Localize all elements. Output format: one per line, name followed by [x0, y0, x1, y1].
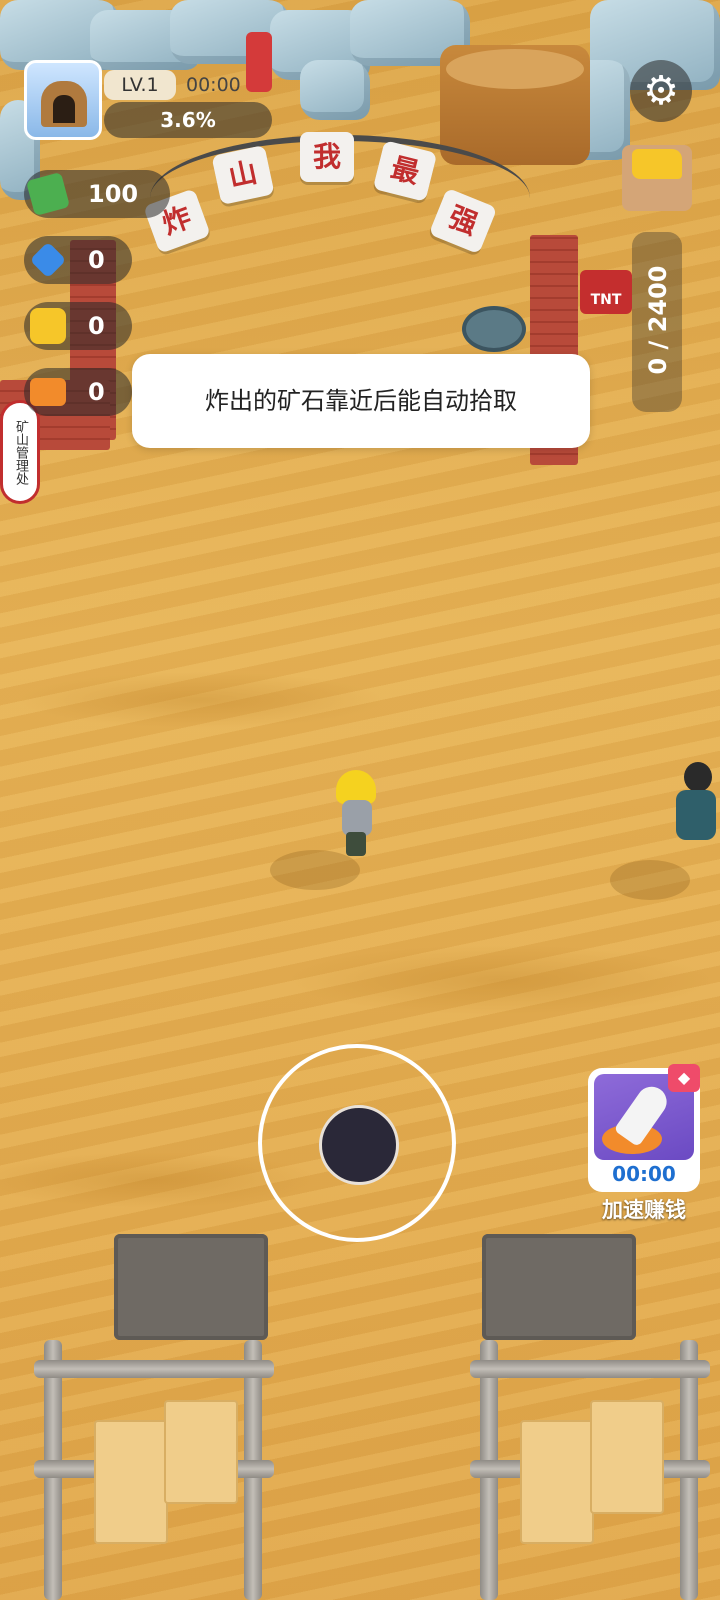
- ticket-icon: [30, 378, 66, 406]
- storage-capacity: 0 / 2400: [632, 232, 682, 412]
- boost-button[interactable]: ◆ 00:00: [588, 1064, 700, 1192]
- cash-icon: [25, 171, 71, 217]
- gold-storage-icon: [622, 145, 692, 211]
- resource-gold: 0: [24, 302, 132, 350]
- tip-bubble: 炸出的矿石靠近后能自动拾取: [132, 354, 590, 448]
- arch-sign-char: 我: [300, 132, 354, 182]
- diamond-icon: [29, 241, 67, 279]
- top-timer: 00:00: [186, 74, 241, 96]
- boost-timer: 00:00: [612, 1162, 676, 1186]
- resource-value: 100: [88, 180, 139, 208]
- player-miner: [336, 770, 380, 860]
- rock-stump: [440, 45, 590, 165]
- tip-text: 炸出的矿石靠近后能自动拾取: [205, 387, 517, 415]
- build-pad-right[interactable]: [482, 1234, 636, 1340]
- capacity-text: 0 / 2400: [644, 265, 672, 375]
- resource-value: 0: [88, 246, 105, 274]
- red-post: [246, 32, 272, 92]
- resource-diamond: 0: [24, 236, 132, 284]
- resource-ticket: 0: [24, 368, 132, 416]
- npc-worker: [668, 762, 720, 862]
- resource-value: 0: [88, 378, 105, 406]
- settings-button[interactable]: ⚙: [630, 60, 692, 122]
- mine-avatar[interactable]: [24, 60, 102, 140]
- joystick-knob[interactable]: [319, 1105, 399, 1185]
- boost-label: 加速赚钱: [602, 1198, 686, 1222]
- resource-cash: 100: [24, 170, 170, 218]
- scaffold-right: [470, 1340, 720, 1600]
- scaffold-left: [34, 1340, 284, 1600]
- build-pad-left[interactable]: [114, 1234, 268, 1340]
- tnt-box: TNT: [580, 270, 632, 314]
- mine-hatch: [462, 306, 526, 352]
- gold-ore-icon: [30, 308, 66, 344]
- mine-entrance-icon: [41, 81, 87, 127]
- level-badge: LV.1: [104, 70, 176, 100]
- diamond-icon: ◆: [668, 1064, 700, 1092]
- progress-percent: 3.6%: [104, 102, 272, 138]
- gear-icon: ⚙: [643, 68, 679, 114]
- resource-value: 0: [88, 312, 105, 340]
- mine-office-sign: 矿山管理处: [0, 400, 40, 504]
